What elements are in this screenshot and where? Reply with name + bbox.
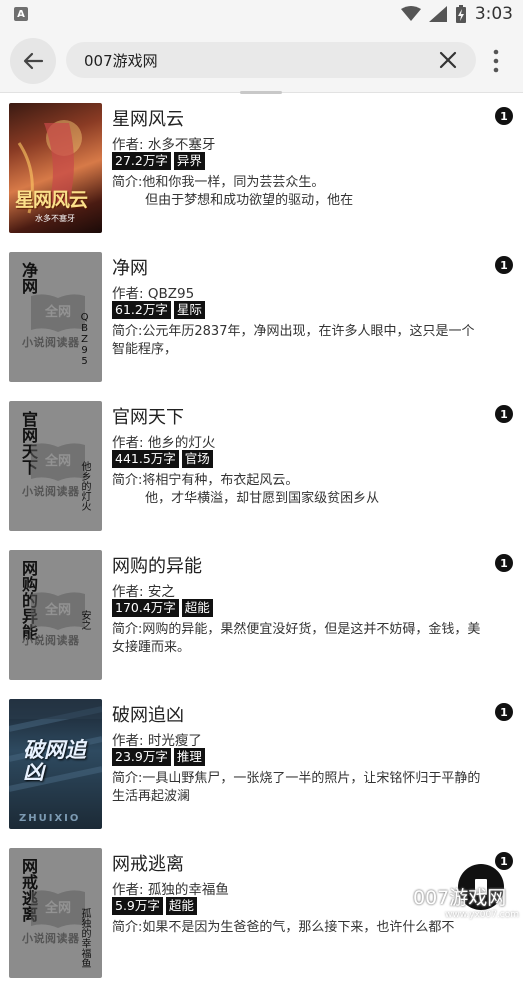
book-intro: 简介:公元年历2837年，净网出现，在许多人眼中，这只是一个智能程序， — [112, 324, 475, 357]
clock: 3:03 — [474, 4, 513, 24]
cover-brand: 小说阅读器 — [22, 336, 80, 349]
book-author: 作者: QBZ95 — [112, 286, 195, 302]
genre-tag: 推理 — [173, 748, 205, 766]
genre-tag: 官场 — [181, 450, 213, 468]
book-cover: 星网风云 水多不塞牙 — [9, 103, 102, 233]
list-item[interactable]: 官网天下 全网 小说阅读器 他乡的灯火 官网天下 作者: 他乡的灯火 441.5… — [0, 393, 523, 541]
wifi-icon — [400, 6, 421, 21]
drag-handle[interactable] — [240, 91, 282, 94]
genre-tag: 超能 — [181, 599, 213, 617]
cover-brand: 小说阅读器 — [22, 634, 80, 647]
word-count-tag: 61.2万字 — [112, 301, 171, 319]
word-count-tag: 170.4万字 — [112, 599, 179, 617]
list-item[interactable]: 破网追凶 ZHUIXIO 破网追凶 作者: 时光瘦了 23.9万字 推理 简介:… — [0, 691, 523, 839]
book-title: 净网 — [112, 258, 148, 279]
genre-tag: 星际 — [173, 301, 205, 319]
book-title: 网购的异能 — [112, 556, 202, 577]
unread-badge: 1 — [495, 703, 513, 721]
signal-icon — [428, 6, 447, 22]
word-count-tag: 27.2万字 — [112, 152, 171, 170]
book-cover: 净网 全网 小说阅读器 QBZ95 — [9, 252, 102, 382]
book-tags: 441.5万字 官场 — [112, 450, 213, 468]
book-intro: 简介:一具山野焦尸，一张烧了一半的照片，让宋铭怀归于平静的生活再起波澜 — [112, 771, 481, 804]
site-watermark: 007游戏网 — [413, 887, 507, 909]
cover-author: 安之 — [79, 610, 90, 630]
cover-brand: 小说阅读器 — [22, 485, 80, 498]
genre-tag: 异界 — [173, 152, 205, 170]
status-bar: A 3:03 — [0, 0, 523, 30]
book-tags: 23.9万字 推理 — [112, 748, 205, 766]
list-item[interactable]: 星网风云 水多不塞牙 星网风云 作者: 水多不塞牙 27.2万字 异界 简介:他… — [0, 95, 523, 243]
book-title: 网戒逃离 — [112, 854, 184, 875]
cover-logo-text: 全网 — [44, 453, 71, 469]
book-intro: 简介:网购的异能，果然便宜没好货，但是这并不妨碍，金钱，美女接踵而来。 — [112, 622, 481, 655]
search-toolbar: 007游戏网 — [0, 30, 523, 93]
word-count-tag: 441.5万字 — [112, 450, 179, 468]
word-count-tag: 5.9万字 — [112, 897, 163, 915]
list-item[interactable]: 净网 全网 小说阅读器 QBZ95 净网 作者: QBZ95 61.2万字 星际… — [0, 244, 523, 392]
unread-badge: 1 — [495, 554, 513, 572]
book-cover: 网戒逃离 全网 小说阅读器 孤独的幸福鱼 — [9, 848, 102, 978]
unread-badge: 1 — [495, 405, 513, 423]
book-intro: 简介:如果不是因为生爸爸的气，那么接下来，也许什么都不 — [112, 920, 455, 935]
word-count-tag: 23.9万字 — [112, 748, 171, 766]
genre-tag: 超能 — [165, 897, 197, 915]
battery-charging-icon — [455, 5, 466, 23]
book-tags: 5.9万字 超能 — [112, 897, 197, 915]
cover-logo-text: 全网 — [44, 900, 71, 916]
book-intro: 简介:将相宁有种，布衣起风云。 他，才华横溢，却甘愿到国家级贫困乡从 — [112, 473, 380, 506]
cover-logo-text: 全网 — [44, 304, 71, 320]
book-cover: 官网天下 全网 小说阅读器 他乡的灯火 — [9, 401, 102, 531]
status-icons: 3:03 — [400, 4, 513, 24]
book-cover: 破网追凶 ZHUIXIO — [9, 699, 102, 829]
more-vert-icon[interactable] — [488, 48, 504, 74]
cover-brand: 小说阅读器 — [22, 932, 80, 945]
cover-author: QBZ95 — [79, 312, 90, 367]
book-author: 作者: 孤独的幸福鱼 — [112, 882, 229, 898]
notification-icon: A — [14, 7, 28, 21]
search-input[interactable]: 007游戏网 — [66, 42, 476, 78]
cover-art-title: 破网追凶 — [23, 738, 86, 784]
book-intro: 简介:他和你我一样，同为芸芸众生。 但由于梦想和成功欲望的驱动，他在 — [112, 175, 354, 208]
list-item[interactable]: 网购的异能 全网 小说阅读器 安之 网购的异能 作者: 安之 170.4万字 超… — [0, 542, 523, 690]
book-author: 作者: 水多不塞牙 — [112, 137, 216, 153]
book-tags: 61.2万字 星际 — [112, 301, 205, 319]
close-icon[interactable] — [438, 50, 458, 70]
book-title: 星网风云 — [112, 109, 184, 130]
cover-logo-text: 全网 — [44, 602, 71, 618]
book-title: 破网追凶 — [112, 705, 184, 726]
book-author: 作者: 他乡的灯火 — [112, 435, 216, 451]
unread-badge: 1 — [495, 107, 513, 125]
unread-badge: 1 — [495, 256, 513, 274]
cover-art-title: 星网风云 — [15, 189, 88, 211]
book-cover: 网购的异能 全网 小说阅读器 安之 — [9, 550, 102, 680]
book-tags: 27.2万字 异界 — [112, 152, 205, 170]
site-watermark-url: www.yx007.com — [445, 910, 520, 920]
arrow-left-icon — [23, 52, 44, 70]
book-tags: 170.4万字 超能 — [112, 599, 213, 617]
cover-author: 孤独的幸福鱼 — [79, 908, 90, 968]
cover-art-author: 水多不塞牙 — [35, 214, 75, 223]
cover-author: 他乡的灯火 — [79, 461, 90, 511]
search-query[interactable]: 007游戏网 — [84, 50, 158, 71]
book-author: 作者: 时光瘦了 — [112, 733, 202, 749]
back-button[interactable] — [10, 38, 56, 84]
cover-art-author: ZHUIXIO — [19, 813, 81, 824]
book-author: 作者: 安之 — [112, 584, 175, 600]
unread-badge: 1 — [495, 852, 513, 870]
book-title: 官网天下 — [112, 407, 184, 428]
